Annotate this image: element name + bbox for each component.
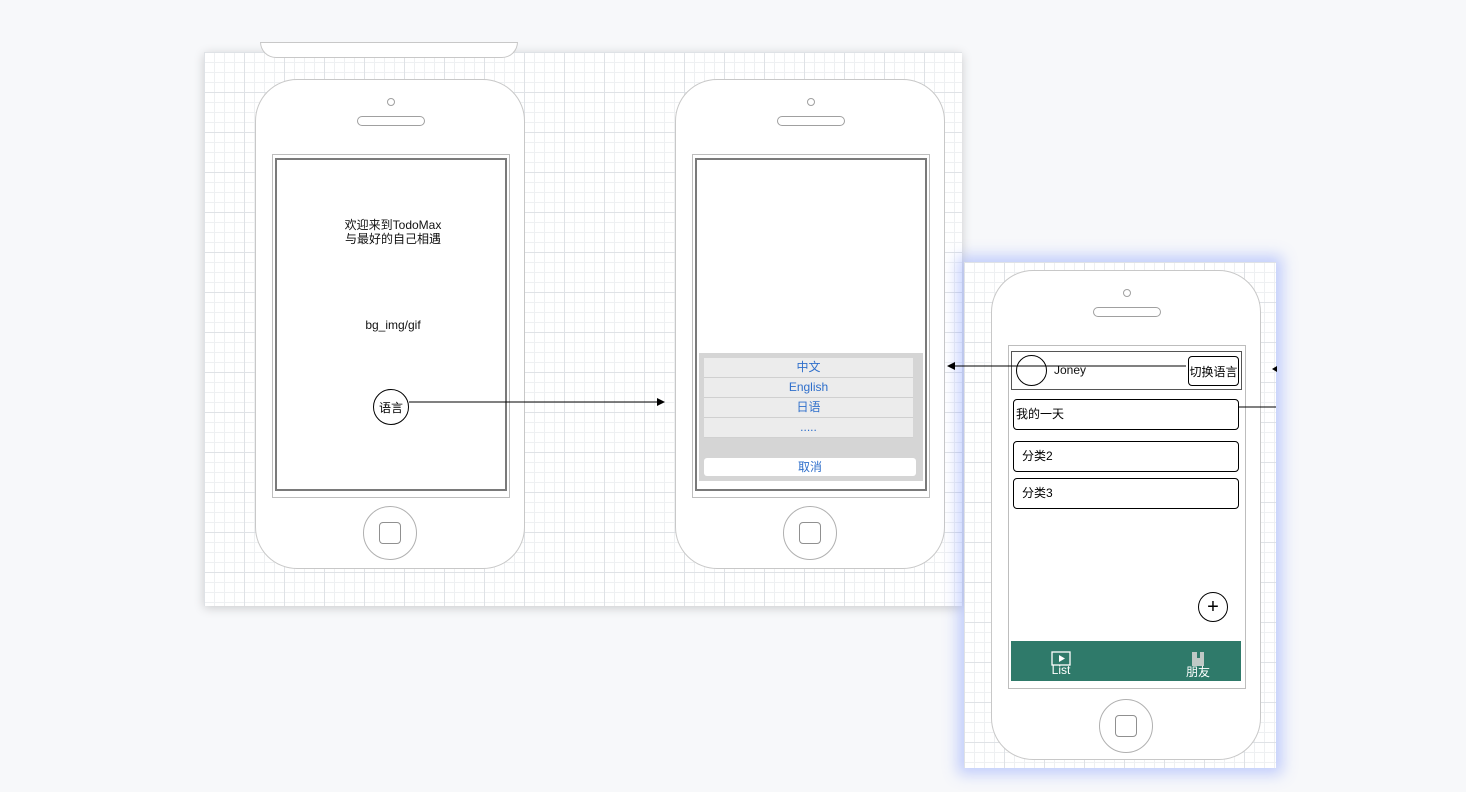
arrow-head-right <box>1272 366 1277 372</box>
connector-arrows <box>409 362 1277 408</box>
